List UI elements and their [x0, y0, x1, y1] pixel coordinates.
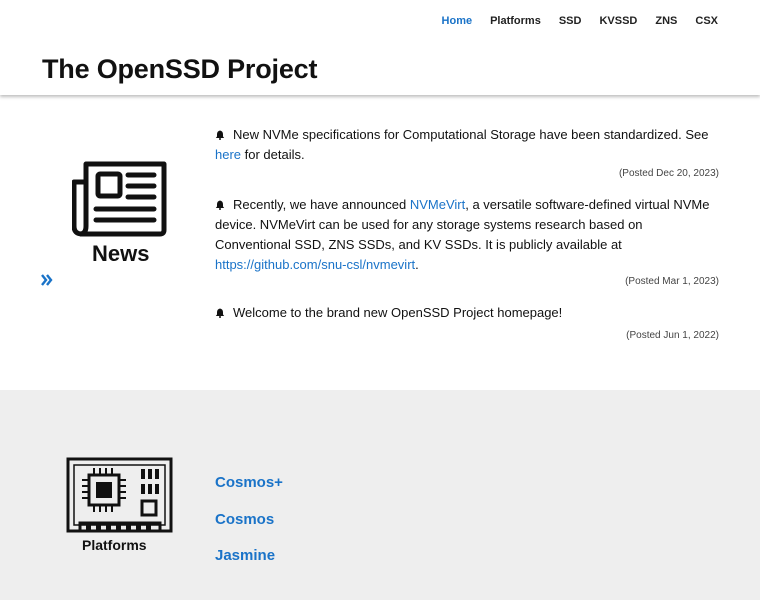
- double-chevron-right-icon[interactable]: [41, 273, 53, 290]
- news-text: New NVMe specifications for Computationa…: [215, 125, 719, 165]
- circuit-board-icon: [66, 457, 173, 542]
- news-text-post: for details.: [241, 147, 305, 162]
- news-section: News New NVMe specifications for Computa…: [0, 95, 760, 390]
- news-link-here[interactable]: here: [215, 147, 241, 162]
- nav-platforms[interactable]: Platforms: [490, 14, 541, 28]
- news-text-post: .: [415, 257, 419, 272]
- news-date: (Posted Jun 1, 2022): [626, 330, 719, 341]
- news-text-pre: Welcome to the brand new OpenSSD Project…: [233, 305, 563, 320]
- bell-icon: [215, 308, 225, 318]
- platform-link-cosmos-plus[interactable]: Cosmos+: [215, 474, 283, 492]
- platform-links: Cosmos+ Cosmos Jasmine: [215, 474, 283, 584]
- news-text-pre: New NVMe specifications for Computationa…: [233, 127, 709, 142]
- nav-kvssd[interactable]: KVSSD: [599, 14, 637, 28]
- news-item: Recently, we have announced NVMeVirt, a …: [215, 195, 719, 289]
- platform-link-jasmine[interactable]: Jasmine: [215, 547, 283, 565]
- news-date: (Posted Mar 1, 2023): [625, 276, 719, 287]
- news-item: New NVMe specifications for Computationa…: [215, 125, 719, 181]
- top-nav: Home Platforms SSD KVSSD ZNS CSX: [424, 14, 718, 28]
- nav-csx[interactable]: CSX: [695, 14, 718, 28]
- nav-zns[interactable]: ZNS: [655, 14, 677, 28]
- platform-link-cosmos[interactable]: Cosmos: [215, 511, 283, 529]
- site-header: Home Platforms SSD KVSSD ZNS CSX The Ope…: [0, 0, 760, 95]
- news-link-github[interactable]: https://github.com/snu-csl/nvmevirt: [215, 257, 415, 272]
- news-link-nvmevirt[interactable]: NVMeVirt: [410, 197, 465, 212]
- news-text: Recently, we have announced NVMeVirt, a …: [215, 195, 719, 275]
- news-list: New NVMe specifications for Computationa…: [215, 125, 719, 343]
- news-item: Welcome to the brand new OpenSSD Project…: [215, 303, 719, 343]
- news-text-pre: Recently, we have announced: [233, 197, 410, 212]
- site-title: The OpenSSD Project: [42, 54, 318, 84]
- bell-icon: [215, 200, 225, 210]
- news-label: News: [92, 241, 150, 266]
- nav-home[interactable]: Home: [442, 14, 473, 28]
- nav-ssd[interactable]: SSD: [559, 14, 582, 28]
- platforms-label: Platforms: [82, 537, 147, 553]
- newspaper-icon: [71, 160, 168, 243]
- news-text: Welcome to the brand new OpenSSD Project…: [215, 303, 719, 323]
- bell-icon: [215, 130, 225, 140]
- news-date: (Posted Dec 20, 2023): [618, 168, 719, 179]
- platforms-section: Platforms Cosmos+ Cosmos Jasmine: [0, 390, 760, 600]
